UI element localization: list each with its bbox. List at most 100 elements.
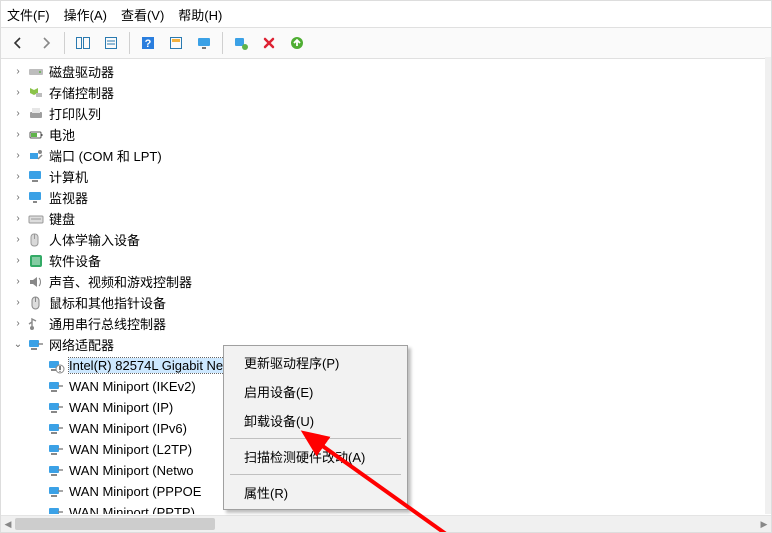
software-icon [27, 252, 49, 270]
port-icon [27, 147, 49, 165]
net-icon [47, 420, 69, 438]
tree-item-label: WAN Miniport (PPPOE [69, 484, 201, 499]
properties-button[interactable] [98, 30, 124, 56]
tree-item-label: 网络适配器 [49, 335, 114, 354]
expand-icon[interactable]: › [11, 233, 25, 247]
expand-icon [31, 359, 45, 373]
tree-item-label: 通用串行总线控制器 [49, 314, 166, 333]
expand-icon[interactable]: › [11, 254, 25, 268]
tree-item[interactable]: › 监视器 [11, 187, 765, 208]
back-button[interactable] [5, 30, 31, 56]
tree-item[interactable]: › 端口 (COM 和 LPT) [11, 145, 765, 166]
tree-item[interactable]: › 计算机 [11, 166, 765, 187]
expand-icon[interactable]: › [11, 149, 25, 163]
expand-icon[interactable]: › [11, 170, 25, 184]
hid-icon [27, 231, 49, 249]
tree-item-label: WAN Miniport (PPTP) [69, 505, 195, 514]
expand-icon [31, 443, 45, 457]
expand-icon[interactable]: › [11, 191, 25, 205]
monitor-button[interactable] [191, 30, 217, 56]
expand-icon[interactable]: › [11, 317, 25, 331]
tree-item-label: 人体学输入设备 [49, 230, 140, 249]
context-props[interactable]: 属性(R) [226, 478, 405, 507]
net-icon [47, 483, 69, 501]
expand-icon [31, 506, 45, 515]
context-update[interactable]: 更新驱动程序(P) [226, 348, 405, 377]
tree-item[interactable]: › 声音、视频和游戏控制器 [11, 271, 765, 292]
tree-item[interactable]: › 电池 [11, 124, 765, 145]
tree-item-label: 端口 (COM 和 LPT) [49, 146, 162, 165]
install-button[interactable] [284, 30, 310, 56]
menu-help[interactable]: 帮助(H) [178, 5, 222, 24]
tree-item[interactable]: › 打印队列 [11, 103, 765, 124]
tree-item-label: WAN Miniport (Netwo [69, 463, 193, 478]
expand-icon [31, 380, 45, 394]
menu-file[interactable]: 文件(F) [7, 5, 50, 24]
context-separator [230, 474, 401, 475]
tree-item-label: 软件设备 [49, 251, 101, 270]
expand-icon [31, 422, 45, 436]
tree-item-label: 监视器 [49, 188, 88, 207]
tree-item-label: 计算机 [49, 167, 88, 186]
tree-item-label: WAN Miniport (L2TP) [69, 442, 192, 457]
context-uninstall[interactable]: 卸载设备(U) [226, 406, 405, 435]
tree-item-label: 电池 [49, 125, 75, 144]
context-enable[interactable]: 启用设备(E) [226, 377, 405, 406]
tree-item[interactable]: › 人体学输入设备 [11, 229, 765, 250]
net-disabled-icon [47, 357, 69, 375]
net-icon [47, 462, 69, 480]
tree-item-label: 声音、视频和游戏控制器 [49, 272, 192, 291]
expand-icon[interactable]: › [11, 128, 25, 142]
mouse-icon [27, 294, 49, 312]
tree-item-label: 打印队列 [49, 104, 101, 123]
horizontal-scrollbar[interactable]: ◀ ▶ [1, 515, 771, 532]
expand-icon [31, 464, 45, 478]
uninstall-button[interactable] [256, 30, 282, 56]
forward-button[interactable] [33, 30, 59, 56]
expand-icon[interactable]: › [11, 212, 25, 226]
context-separator [230, 438, 401, 439]
sound-icon [27, 273, 49, 291]
storage-icon [27, 84, 49, 102]
svg-text:?: ? [145, 38, 152, 50]
context-scan[interactable]: 扫描检测硬件改动(A) [226, 442, 405, 471]
scroll-left-button[interactable]: ◀ [1, 516, 15, 532]
tree-item[interactable]: › 通用串行总线控制器 [11, 313, 765, 334]
tree-item[interactable]: › 软件设备 [11, 250, 765, 271]
vertical-scrollbar[interactable] [765, 57, 771, 514]
menu-action[interactable]: 操作(A) [64, 5, 107, 24]
tree-item-label: 存储控制器 [49, 83, 114, 102]
menu-bar: 文件(F) 操作(A) 查看(V) 帮助(H) [1, 1, 771, 27]
net-icon [47, 441, 69, 459]
connect-button[interactable] [228, 30, 254, 56]
expand-icon[interactable]: › [11, 86, 25, 100]
tree-item-label: 鼠标和其他指针设备 [49, 293, 166, 312]
tree-item[interactable]: › 磁盘驱动器 [11, 61, 765, 82]
console-tree-button[interactable] [70, 30, 96, 56]
tree-item[interactable]: › 存储控制器 [11, 82, 765, 103]
tree-item-label: WAN Miniport (IKEv2) [69, 379, 196, 394]
help-button[interactable]: ? [135, 30, 161, 56]
net-icon [47, 504, 69, 515]
expand-icon[interactable]: › [11, 275, 25, 289]
network-icon [27, 336, 49, 354]
collapse-icon[interactable]: ⌄ [11, 338, 25, 352]
keyboard-icon [27, 210, 49, 228]
menu-view[interactable]: 查看(V) [121, 5, 164, 24]
toolbar-button-6[interactable] [163, 30, 189, 56]
tree-item[interactable]: › 鼠标和其他指针设备 [11, 292, 765, 313]
scroll-right-button[interactable]: ▶ [757, 516, 771, 532]
context-menu: 更新驱动程序(P)启用设备(E)卸载设备(U) 扫描检测硬件改动(A) 属性(R) [223, 345, 408, 510]
expand-icon[interactable]: › [11, 107, 25, 121]
monitor-icon [27, 189, 49, 207]
expand-icon[interactable]: › [11, 65, 25, 79]
tree-item[interactable]: ›键盘 [11, 208, 765, 229]
expand-icon [31, 485, 45, 499]
scroll-thumb[interactable] [15, 518, 215, 530]
toolbar: ? [1, 27, 771, 59]
net-icon [47, 378, 69, 396]
tree-item-label: 磁盘驱动器 [49, 62, 114, 81]
printq-icon [27, 105, 49, 123]
tree-item-label: WAN Miniport (IPv6) [69, 421, 187, 436]
expand-icon[interactable]: › [11, 296, 25, 310]
